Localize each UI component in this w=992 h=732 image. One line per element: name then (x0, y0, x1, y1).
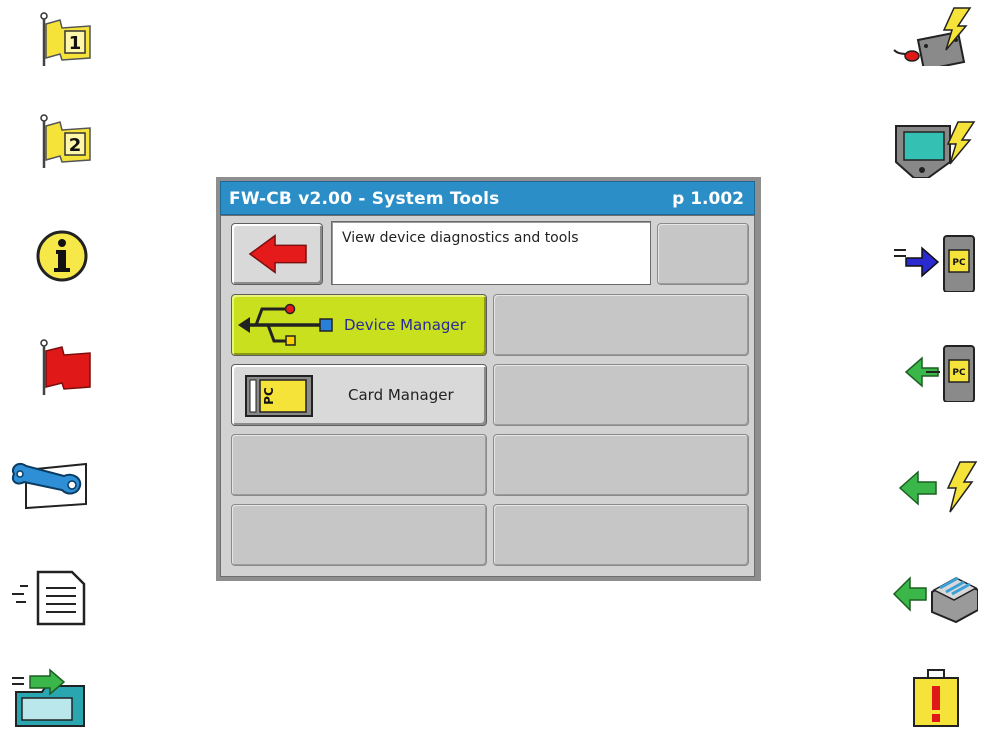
empty-button-r4c1[interactable] (231, 504, 487, 566)
receive-power-icon[interactable] (892, 458, 978, 518)
usb-icon (238, 303, 333, 346)
empty-button-r3c1[interactable] (231, 434, 487, 496)
system-tools-window: FW-CB v2.00 - System Tools p 1.002 View … (216, 177, 761, 581)
empty-button-r3c2[interactable] (493, 434, 749, 496)
document-list-icon[interactable] (6, 566, 92, 626)
back-button[interactable] (231, 223, 323, 285)
card-manager-label: Card Manager (348, 386, 454, 404)
terminal-power-icon[interactable] (892, 118, 978, 178)
svg-text:1: 1 (69, 33, 82, 54)
description-box: View device diagnostics and tools (331, 221, 651, 285)
page-number: p 1.002 (672, 189, 744, 209)
svg-text:PC: PC (262, 387, 276, 405)
description-text: View device diagnostics and tools (342, 230, 579, 246)
receive-archive-icon[interactable] (892, 566, 978, 626)
empty-button-r4c2[interactable] (493, 504, 749, 566)
alert-clipboard-icon[interactable] (892, 668, 978, 728)
flag-1-icon[interactable]: 1 (10, 8, 96, 68)
device-power-icon[interactable] (892, 6, 978, 66)
flag-2-icon[interactable]: 2 (10, 110, 96, 170)
svg-text:2: 2 (69, 135, 82, 156)
svg-text:PC: PC (952, 368, 966, 378)
device-manager-label: Device Manager (344, 316, 466, 334)
card-manager-button[interactable]: PC Card Manager (231, 364, 487, 426)
empty-button-top-right[interactable] (657, 223, 749, 285)
info-icon[interactable] (10, 226, 96, 286)
svg-text:PC: PC (952, 258, 966, 268)
receive-from-pc-card-icon[interactable]: PC (892, 342, 978, 402)
pc-card-icon: PC (245, 375, 313, 417)
red-flag-icon[interactable] (10, 337, 96, 397)
empty-button-r1c2[interactable] (493, 294, 749, 356)
title-bar: FW-CB v2.00 - System Tools p 1.002 (220, 181, 755, 215)
window-title: FW-CB v2.00 - System Tools (229, 189, 500, 209)
send-to-pc-card-icon[interactable]: PC (892, 232, 978, 292)
empty-button-r2c2[interactable] (493, 364, 749, 426)
folder-import-icon[interactable] (6, 668, 92, 728)
wrench-settings-icon[interactable] (6, 452, 92, 512)
content-panel: View device diagnostics and tools Device… (220, 215, 755, 577)
back-arrow-icon (248, 234, 307, 274)
device-manager-button[interactable]: Device Manager (231, 294, 487, 356)
